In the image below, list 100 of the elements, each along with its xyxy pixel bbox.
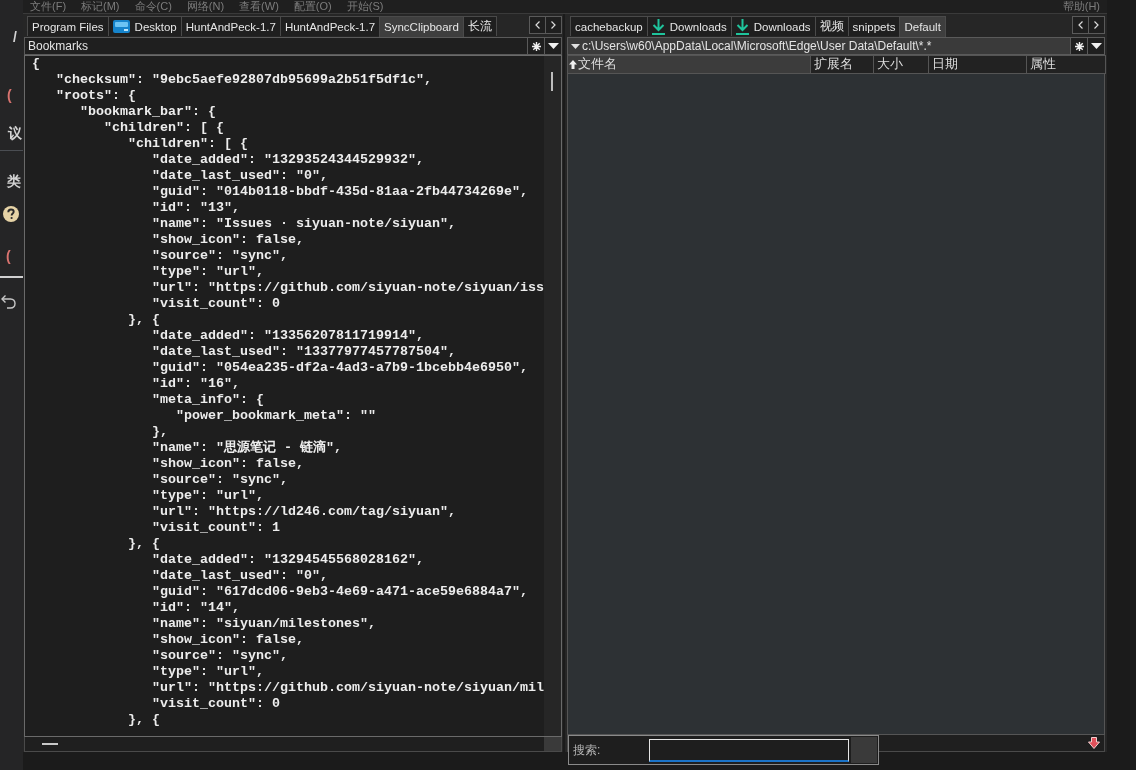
code-line: "date_added": "13294545568028162", [150,552,424,568]
code-line: }, [150,424,168,440]
asterisk-icon [531,41,541,51]
asterisk-icon [1074,41,1084,51]
code-line: }, { [126,312,160,328]
column-header[interactable]: 文件名 [567,55,811,74]
background-text: 议 [8,125,22,141]
column-header[interactable]: 大小 [873,55,929,74]
code-line: "name": "Issues · siyuan-note/siyuan", [150,216,456,232]
code-line: "guid": "014b0118-bbdf-435d-81aa-2fb44734269e", [150,184,528,200]
code-line: "type": "url", [150,664,264,680]
caret-icon [1090,43,1102,49]
background-text: 类 [7,173,21,189]
monitor-icon [112,20,130,33]
column-header[interactable]: 扩展名 [810,55,874,74]
hotlist-button[interactable] [527,37,545,55]
code-line: "show_icon": false, [150,232,304,248]
sort-up-icon [569,60,577,69]
folder-tab[interactable]: 长流 [462,16,497,36]
vertical-scrollbar[interactable] [544,56,561,736]
undo-icon [1,294,16,309]
history-button[interactable] [1087,37,1105,55]
code-line: "roots": { [55,88,136,104]
code-line: { [32,56,40,72]
code-line: "id": "13", [150,200,240,216]
code-line: "guid": "054ea235-df2a-4ad3-a7b9-1bcebb4e6950", [150,360,528,376]
code-line: "date_last_used": "0", [150,168,328,184]
menu-item[interactable]: 网络(N) [186,0,225,13]
search-field[interactable] [649,738,849,762]
tabs-scroll-right-button[interactable] [545,16,562,34]
folder-tab[interactable]: snippets [847,16,901,36]
menu-item[interactable]: 标记(M) [81,0,120,13]
chevron-left-icon [535,21,540,29]
code-line: "date_last_used": "0", [150,568,328,584]
background-text: ( [7,87,12,103]
menu-item[interactable]: 命令(C) [134,0,172,13]
code-line: "visit_count": 1 [150,520,280,536]
folder-tab[interactable]: HuntAndPeck-1.7 [180,16,281,36]
folder-tab[interactable]: 视频 [814,16,849,36]
folder-tab[interactable]: SyncClipboard [379,16,464,37]
background-text: / [13,29,17,45]
code-line: "date_added": "13293524344529932", [150,152,424,168]
help-icon [3,206,19,222]
folder-tab[interactable]: Default [899,16,946,37]
code-line: "children": [ { [102,120,224,136]
caret-icon [547,43,559,49]
dash-icon [42,743,58,745]
code-line: "show_icon": false, [150,456,304,472]
arrow-down-icon [1088,737,1100,749]
folder-tab[interactable]: Downloads [730,16,816,36]
code-line: }, { [126,536,160,552]
code-line: "date_last_used": "13377977457787504", [150,344,456,360]
code-line: "visit_count": 0 [150,296,280,312]
menu-item[interactable]: 配置(O) [293,0,332,13]
code-line: "type": "url", [150,264,264,280]
column-header[interactable]: 属性 [1026,55,1106,74]
column-header[interactable]: 日期 [928,55,1027,74]
folder-tab[interactable]: Desktop [107,16,182,36]
caret-icon [571,43,580,49]
code-line: "power_bookmark_meta": "" [174,408,376,424]
menu-item[interactable]: 查看(W) [239,0,279,13]
scrollbar-thumb[interactable] [551,72,553,91]
chevron-right-icon [551,21,556,29]
history-button[interactable] [544,37,562,55]
menu-item[interactable]: 开始(S) [346,0,384,13]
code-line: "checksum": "9ebc5aefe92807db95699a2b51f5df1c", [55,72,432,88]
code-line: "url": "https://github.com/siyuan-note/siyuan/mil [150,680,544,696]
path-field[interactable]: c:\Users\w60\AppData\Local\Microsoft\Edge\User Data\Default\*.* [567,37,1071,55]
download-icon [735,18,749,35]
code-line: "children": [ { [126,136,248,152]
code-line: "id": "14", [150,600,240,616]
tabs-scroll-right-button[interactable] [1088,16,1105,34]
code-line: "name": "siyuan/milestones", [150,616,376,632]
code-line: "type": "url", [150,488,264,504]
chevron-right-icon [1094,21,1099,29]
folder-tab[interactable]: HuntAndPeck-1.7 [279,16,381,36]
hotlist-button[interactable] [1070,37,1088,55]
folder-tab[interactable]: cachebackup [570,16,648,36]
folder-tab[interactable]: Downloads [646,16,732,36]
folder-tab[interactable]: Program Files [27,16,109,36]
code-line: "source": "sync", [150,248,288,264]
code-line: }, { [126,712,160,728]
code-line: "url": "https://ld246.com/tag/siyuan", [150,504,456,520]
background-text: ( [6,248,11,264]
code-line: "bookmark_bar": { [79,104,216,120]
scrollbar-corner [544,737,561,751]
path-field[interactable]: Bookmarks [24,37,528,55]
code-line: "show_icon": false, [150,632,304,648]
search-label: 搜索: [573,741,602,759]
code-line: "visit_count": 0 [150,696,280,712]
code-line: "source": "sync", [150,648,288,664]
code-line: "guid": "617dcd06-9eb3-4e69-a471-ace59e6884a7", [150,584,528,600]
code-line: "id": "16", [150,376,240,392]
code-line: "name": "思源笔记 - 链滴", [150,440,342,456]
menu-item[interactable]: 帮助(H) [1062,0,1100,13]
chevron-left-icon [1078,21,1083,29]
code-line: "url": "https://github.com/siyuan-note/siyuan/iss [150,280,544,296]
code-line: "source": "sync", [150,472,288,488]
download-icon [651,18,665,35]
menu-item[interactable]: 文件(F) [30,0,67,13]
